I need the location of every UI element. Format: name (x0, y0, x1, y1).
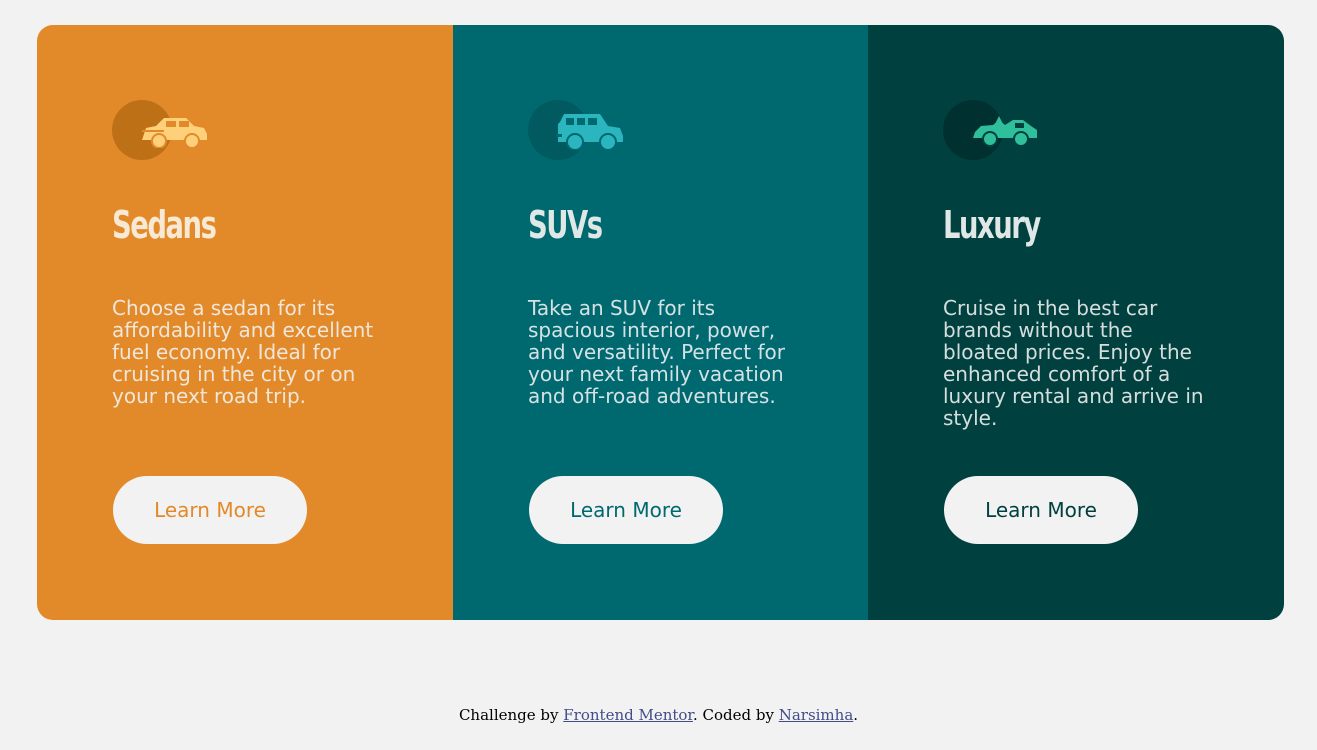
learn-more-button[interactable]: Learn More (529, 476, 723, 544)
footer-prefix: Challenge by (458, 706, 564, 724)
card-title: Sedans (112, 203, 217, 247)
card-description: Take an SUV for its spacious interior, p… (528, 296, 785, 408)
card-title: SUVs (528, 203, 603, 247)
luxury-car-icon (943, 100, 1043, 160)
footer-middle: . Coded by (692, 706, 779, 724)
sedan-car-icon (112, 100, 212, 160)
card-description: Choose a sedan for its affordability and… (112, 296, 374, 408)
learn-more-button[interactable]: Learn More (113, 476, 307, 544)
card-sedans: Sedans Choose a sedan for its affordabil… (37, 25, 453, 620)
card-suvs: SUVs Take an SUV for its spacious interi… (453, 25, 868, 620)
suv-car-icon (528, 100, 628, 160)
card-group: Sedans Choose a sedan for its affordabil… (37, 25, 1284, 620)
attribution-footer: Challenge by Frontend Mentor. Coded by N… (0, 706, 1317, 724)
card-description: Cruise in the best car brands without th… (943, 296, 1204, 430)
footer-suffix: . (853, 706, 859, 724)
card-title: Luxury (943, 203, 1041, 247)
card-luxury: Luxury Cruise in the best car brands wit… (868, 25, 1284, 620)
frontend-mentor-link[interactable]: Frontend Mentor (563, 706, 693, 724)
author-link[interactable]: Narsimha (779, 706, 854, 724)
learn-more-button[interactable]: Learn More (944, 476, 1138, 544)
